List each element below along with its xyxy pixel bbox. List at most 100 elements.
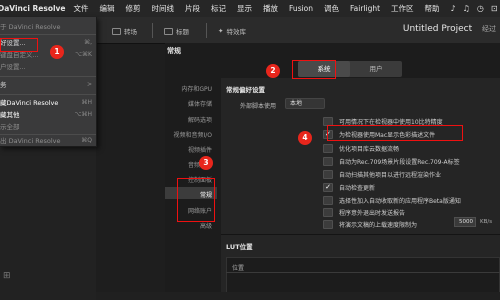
menu-item-label: 藏DaVinci Resolve xyxy=(0,99,59,107)
highlight-system-tab xyxy=(292,60,336,79)
menu-item-label: 于 DaVinci Resolve xyxy=(0,23,61,31)
checkbox[interactable] xyxy=(323,169,333,179)
option-crash-reports[interactable]: 程序意外退出时发送报告 xyxy=(323,207,405,217)
step-badge-3: 3 xyxy=(199,156,213,170)
preferences-nav: 内存和GPU 媒体存储 解码选项 视频和音频I/O 视频插件 音频插件 控制面板… xyxy=(165,78,217,268)
menu-clip[interactable]: 片段 xyxy=(185,3,200,14)
effects-icon: ✦ xyxy=(218,27,224,35)
step-badge-4: 4 xyxy=(298,131,312,145)
menu-item-services[interactable]: 务 > xyxy=(0,79,96,91)
menu-item-shortcut: ⌥⌘K xyxy=(75,51,92,58)
section-title: 常规偏好设置 xyxy=(226,86,265,94)
option-label: 自动检查更新 xyxy=(339,184,376,192)
nav-item-advanced[interactable]: 高级 xyxy=(166,221,216,230)
menu-fairlight[interactable]: Fairlight xyxy=(350,4,380,13)
menu-item-shortcut: ⌥⌘H xyxy=(74,111,92,118)
menu-timeline[interactable]: 时间线 xyxy=(152,3,175,14)
menu-fusion[interactable]: Fusion xyxy=(289,4,313,13)
option-remote-render-scan[interactable]: 自动扫描其他项目以进行远程渲染作业 xyxy=(323,169,441,179)
checkbox[interactable] xyxy=(323,156,333,166)
checkbox[interactable] xyxy=(323,195,333,205)
transitions-icon xyxy=(112,27,121,35)
menu-trim[interactable]: 修剪 xyxy=(126,3,141,14)
option-label: 优化项目库云数据流畅 xyxy=(339,145,400,153)
menu-mark[interactable]: 标记 xyxy=(211,3,226,14)
menu-item-about[interactable]: 于 DaVinci Resolve xyxy=(0,21,96,33)
menu-item-user-settings[interactable]: 户设置... xyxy=(0,61,96,73)
checkbox[interactable] xyxy=(323,143,333,153)
status-icon-b[interactable]: ♫ xyxy=(463,4,470,13)
option-label: 将演示文稿的上载速度限制为 xyxy=(339,221,418,229)
option-rec709-tag[interactable]: 自动为Rec.709场景片段设置Rec.709-A标签 xyxy=(323,156,460,166)
menu-playback[interactable]: 播放 xyxy=(263,3,278,14)
option-check-updates[interactable]: ✓ 自动检查更新 xyxy=(323,182,375,192)
menu-workspace[interactable]: 工作区 xyxy=(391,3,414,14)
nav-item-memory-gpu[interactable]: 内存和GPU xyxy=(166,84,216,93)
menu-item-show-all[interactable]: 示全部 xyxy=(0,121,96,133)
menu-help[interactable]: 帮助 xyxy=(425,3,440,14)
menu-divider xyxy=(0,34,96,35)
section-divider xyxy=(221,234,500,235)
menu-file[interactable]: 文件 xyxy=(74,3,89,14)
menu-item-label: 出 DaVinci Resolve xyxy=(0,137,61,145)
highlight-mac-profile-option xyxy=(327,125,463,141)
highlight-general-nav xyxy=(177,178,215,222)
menu-item-hide[interactable]: 藏DaVinci Resolve ⌘H xyxy=(0,97,96,109)
checkbox-checked[interactable]: ✓ xyxy=(323,182,333,192)
transitions-label: 转场 xyxy=(124,28,137,36)
option-optimize-cloud[interactable]: 优化项目库云数据流畅 xyxy=(323,143,399,153)
menu-color[interactable]: 调色 xyxy=(324,3,339,14)
menu-item-label: 务 xyxy=(0,81,7,89)
upload-limit-input[interactable]: 5000 xyxy=(454,217,476,227)
status-icon-c[interactable]: ◷ xyxy=(477,4,484,13)
option-beta-notifications[interactable]: 选择性加入自动收取新的应用程序Beta版通知 xyxy=(323,195,461,205)
option-label: 自动扫描其他项目以进行远程渲染作业 xyxy=(339,171,442,179)
upload-limit-unit: KB/s xyxy=(480,219,493,225)
menu-divider xyxy=(0,94,96,95)
project-title: Untitled Project 经过 xyxy=(403,24,496,34)
menu-edit[interactable]: 编辑 xyxy=(100,3,115,14)
menu-divider xyxy=(0,76,96,77)
bottom-bar xyxy=(96,292,500,300)
menu-item-shortcut: ⌘, xyxy=(84,39,92,46)
menu-item-label: 示全部 xyxy=(0,123,20,131)
menu-item-shortcut: ⌘H xyxy=(81,99,92,106)
option-label: 程序意外退出时发送报告 xyxy=(339,209,406,217)
highlight-preferences-menu xyxy=(0,38,38,52)
status-icon-d[interactable]: ⊡ xyxy=(491,4,498,13)
app-menu-dropdown: 于 DaVinci Resolve 好设置... ⌘, 键盘自定义... ⌥⌘K… xyxy=(0,17,97,147)
nav-item-decode[interactable]: 解码选项 xyxy=(166,115,216,124)
option-upload-limit[interactable]: 将演示文稿的上载速度限制为 xyxy=(323,219,417,229)
audio-icon[interactable]: ⊞ xyxy=(3,271,11,281)
chevron-right-icon: > xyxy=(86,81,92,88)
step-badge-1: 1 xyxy=(50,45,64,59)
nav-item-video-audio-io[interactable]: 视频和音频I/O xyxy=(166,130,216,139)
project-title-suffix: 经过 xyxy=(482,25,496,33)
titles-icon xyxy=(164,27,173,35)
option-label: 选择性加入自动收取新的应用程序Beta版通知 xyxy=(339,197,461,205)
menu-item-label: 藏其他 xyxy=(0,111,20,119)
status-icons: ♪ ♫ ◷ ⊡ xyxy=(451,4,500,13)
menu-item-quit[interactable]: 出 DaVinci Resolve ⌘Q xyxy=(0,135,96,147)
effects-label: 特效库 xyxy=(226,28,246,36)
effects-library-button[interactable]: ✦ 特效库 xyxy=(218,26,246,36)
titles-button[interactable]: 标题 xyxy=(164,26,189,36)
nav-item-media-storage[interactable]: 媒体存储 xyxy=(166,99,216,108)
menu-item-label: 户设置... xyxy=(0,63,26,71)
nav-item-video-plugins[interactable]: 视频插件 xyxy=(166,145,216,154)
transitions-button[interactable]: 转场 xyxy=(112,26,137,36)
titles-label: 标题 xyxy=(176,28,189,36)
project-title-text: Untitled Project xyxy=(402,24,473,34)
external-scripting-label: 外部脚本使用 xyxy=(240,103,277,110)
status-icon-a[interactable]: ♪ xyxy=(451,4,456,13)
checkbox[interactable] xyxy=(323,219,333,229)
app-menu[interactable]: DaVinci Resolve xyxy=(0,4,66,13)
lut-section-title: LUT位置 xyxy=(226,243,253,251)
lut-header-divider xyxy=(226,272,500,273)
tab-user[interactable]: 用户 xyxy=(350,61,402,77)
checkbox[interactable] xyxy=(323,207,333,217)
menu-view[interactable]: 显示 xyxy=(237,3,252,14)
menu-item-hide-others[interactable]: 藏其他 ⌥⌘H xyxy=(0,109,96,121)
external-scripting-select[interactable]: 本地 xyxy=(285,98,325,109)
toolbar: 转场 标题 ✦ 特效库 Untitled Project 经过 xyxy=(96,17,500,44)
